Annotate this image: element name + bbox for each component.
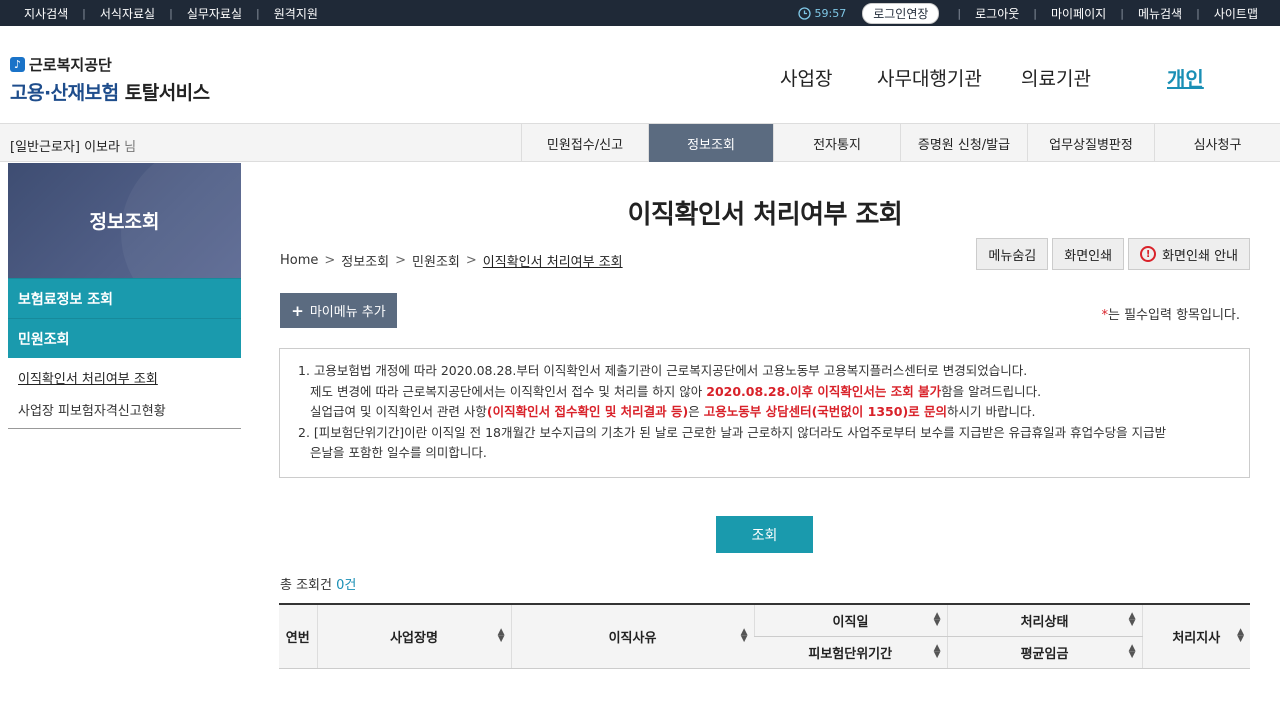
session-timer: 59:57 bbox=[798, 7, 847, 20]
org-name: ♪ 근로복지공단 bbox=[10, 54, 210, 75]
search-button[interactable]: 조회 bbox=[716, 516, 813, 553]
sidebar-title: 정보조회 bbox=[8, 163, 241, 278]
breadcrumb-info[interactable]: 정보조회 bbox=[341, 251, 389, 270]
required-text: 는 필수입력 항목입니다. bbox=[1108, 308, 1240, 323]
gnb-individual[interactable]: 개인 bbox=[1167, 63, 1204, 92]
top-utility-bar: 지사검색 | 서식자료실 | 실무자료실 | 원격지원 59:57 로그인연장 … bbox=[0, 0, 1280, 26]
results-table: 연번 사업장명▲▼ 이직사유▲▼ 이직일▲▼ 처리상태▲▼ 처리지사▲▼ 피보험… bbox=[279, 603, 1250, 669]
login-extend-button[interactable]: 로그인연장 bbox=[862, 3, 939, 24]
user-name: 이보라 bbox=[84, 140, 120, 155]
tab-disease-judgement[interactable]: 업무상질병판정 bbox=[1027, 124, 1154, 162]
gnb-agency[interactable]: 사무대행기관 bbox=[877, 64, 982, 91]
plus-icon: + bbox=[291, 302, 304, 320]
left-sidebar: 정보조회 보험료정보 조회 민원조회 이직확인서 처리여부 조회 사업장 피보험… bbox=[8, 163, 241, 429]
sort-icon[interactable]: ▲▼ bbox=[934, 645, 941, 659]
print-button[interactable]: 화면인쇄 bbox=[1052, 238, 1124, 270]
print-guide-button[interactable]: ! 화면인쇄 안내 bbox=[1128, 238, 1250, 270]
notice-line: 제도 변경에 따라 근로복지공단에서는 이직확인서 접수 및 처리를 하지 않아… bbox=[298, 382, 1229, 403]
service-name: 고용·산재보험 토탈서비스 bbox=[10, 78, 210, 105]
tab-review-request[interactable]: 심사청구 bbox=[1154, 124, 1280, 162]
mypage-link[interactable]: 마이페이지 bbox=[1051, 5, 1106, 22]
total-label: 총 조회건 bbox=[280, 578, 332, 593]
sort-icon[interactable]: ▲▼ bbox=[498, 629, 505, 643]
separator: | bbox=[82, 7, 86, 20]
sort-icon[interactable]: ▲▼ bbox=[1129, 613, 1136, 627]
breadcrumb-civil[interactable]: 민원조회 bbox=[412, 251, 460, 270]
separator: | bbox=[169, 7, 173, 20]
tab-info-inquiry[interactable]: 정보조회 bbox=[648, 124, 773, 162]
col-header-insured-period[interactable]: 피보험단위기간▲▼ bbox=[754, 636, 947, 668]
user-type: [일반근로자] bbox=[10, 140, 80, 155]
alert-icon: ! bbox=[1140, 246, 1156, 262]
chevron-right-icon: > bbox=[395, 253, 406, 268]
col-header-avg-wage[interactable]: 평균임금▲▼ bbox=[947, 636, 1142, 668]
site-header: ♪ 근로복지공단 고용·산재보험 토탈서비스 사업장 사무대행기관 의료기관 개… bbox=[0, 26, 1280, 124]
menu-tabs: 민원접수/신고 정보조회 전자통지 증명원 신청/발급 업무상질병판정 심사청구 bbox=[521, 124, 1280, 162]
notice-line: 실업급여 및 이직확인서 관련 사항(이직확인서 접수확인 및 처리결과 등)은… bbox=[298, 402, 1229, 423]
notice-box: 1. 고용보험법 개정에 따라 2020.08.28.부터 이직확인서 제출기관… bbox=[279, 348, 1250, 478]
sort-icon[interactable]: ▲▼ bbox=[1237, 629, 1244, 643]
sub-navigation: [일반근로자] 이보라 님 민원접수/신고 정보조회 전자통지 증명원 신청/발… bbox=[0, 124, 1280, 162]
sitemap-link[interactable]: 사이트맵 bbox=[1214, 5, 1258, 22]
col-header-workplace[interactable]: 사업장명▲▼ bbox=[317, 604, 511, 668]
col-header-no: 연번 bbox=[279, 604, 317, 668]
add-my-menu-button[interactable]: + 마이메뉴 추가 bbox=[280, 293, 397, 328]
separator: | bbox=[1120, 7, 1124, 20]
gnb-workplace[interactable]: 사업장 bbox=[780, 64, 832, 91]
hide-menu-button[interactable]: 메뉴숨김 bbox=[976, 238, 1048, 270]
tab-certificate[interactable]: 증명원 신청/발급 bbox=[900, 124, 1027, 162]
total-count-value: 0건 bbox=[336, 578, 356, 593]
tab-e-notice[interactable]: 전자통지 bbox=[773, 124, 900, 162]
sidebar-item-civil-inquiry[interactable]: 민원조회 bbox=[8, 318, 241, 358]
add-my-menu-label: 마이메뉴 추가 bbox=[310, 301, 386, 320]
col-header-leave-date[interactable]: 이직일▲▼ bbox=[754, 604, 947, 636]
chevron-right-icon: > bbox=[324, 253, 335, 268]
sidebar-subitem-separation-cert[interactable]: 이직확인서 처리여부 조회 bbox=[8, 361, 241, 393]
top-link-practice[interactable]: 실무자료실 bbox=[187, 5, 242, 22]
sort-icon[interactable]: ▲▼ bbox=[934, 613, 941, 627]
breadcrumb: Home > 정보조회 > 민원조회 > 이직확인서 처리여부 조회 bbox=[280, 251, 623, 270]
col-header-branch[interactable]: 처리지사▲▼ bbox=[1142, 604, 1250, 668]
notice-line: 2. [피보험단위기간]이란 이직일 전 18개월간 보수지급의 기초가 된 날… bbox=[298, 423, 1229, 444]
required-note: *는 필수입력 항목입니다. bbox=[1102, 304, 1241, 323]
top-links: 지사검색 | 서식자료실 | 실무자료실 | 원격지원 bbox=[24, 0, 318, 26]
top-right-links: 59:57 로그인연장 | 로그아웃 | 마이페이지 | 메뉴검색 | 사이트맵 bbox=[798, 0, 1259, 26]
separator: | bbox=[1033, 7, 1037, 20]
page-title: 이직확인서 처리여부 조회 bbox=[280, 194, 1250, 231]
user-info: [일반근로자] 이보라 님 bbox=[10, 136, 136, 155]
menu-search-link[interactable]: 메뉴검색 bbox=[1138, 5, 1182, 22]
top-link-forms[interactable]: 서식자료실 bbox=[100, 5, 155, 22]
notice-line: 은날을 포함한 일수를 의미합니다. bbox=[298, 443, 1229, 464]
sidebar-item-premium-info[interactable]: 보험료정보 조회 bbox=[8, 278, 241, 318]
comwel-logo-icon: ♪ bbox=[10, 57, 25, 72]
sort-icon[interactable]: ▲▼ bbox=[741, 629, 748, 643]
tab-civil-filing[interactable]: 민원접수/신고 bbox=[521, 124, 648, 162]
gnb-medical[interactable]: 의료기관 bbox=[1021, 64, 1091, 91]
sort-icon[interactable]: ▲▼ bbox=[1129, 645, 1136, 659]
timer-value: 59:57 bbox=[815, 7, 847, 20]
print-guide-label: 화면인쇄 안내 bbox=[1162, 245, 1238, 264]
top-link-remote[interactable]: 원격지원 bbox=[274, 5, 318, 22]
separator: | bbox=[256, 7, 260, 20]
separator: | bbox=[957, 7, 961, 20]
breadcrumb-home[interactable]: Home bbox=[280, 253, 318, 268]
breadcrumb-current[interactable]: 이직확인서 처리여부 조회 bbox=[483, 251, 623, 270]
site-logo[interactable]: ♪ 근로복지공단 고용·산재보험 토탈서비스 bbox=[10, 54, 210, 105]
col-header-status[interactable]: 처리상태▲▼ bbox=[947, 604, 1142, 636]
separator: | bbox=[1196, 7, 1200, 20]
clock-icon bbox=[798, 7, 811, 20]
user-suffix: 님 bbox=[124, 140, 136, 155]
col-header-reason[interactable]: 이직사유▲▼ bbox=[511, 604, 754, 668]
chevron-right-icon: > bbox=[466, 253, 477, 268]
total-count: 총 조회건 0건 bbox=[280, 574, 356, 593]
sidebar-submenu: 이직확인서 처리여부 조회 사업장 피보험자격신고현황 bbox=[8, 358, 241, 429]
sidebar-subitem-insured-status[interactable]: 사업장 피보험자격신고현황 bbox=[8, 393, 241, 425]
notice-line: 1. 고용보험법 개정에 따라 2020.08.28.부터 이직확인서 제출기관… bbox=[298, 361, 1229, 382]
page-tools: 메뉴숨김 화면인쇄 ! 화면인쇄 안내 bbox=[972, 238, 1250, 270]
top-link-branch-search[interactable]: 지사검색 bbox=[24, 5, 68, 22]
logout-link[interactable]: 로그아웃 bbox=[975, 5, 1019, 22]
